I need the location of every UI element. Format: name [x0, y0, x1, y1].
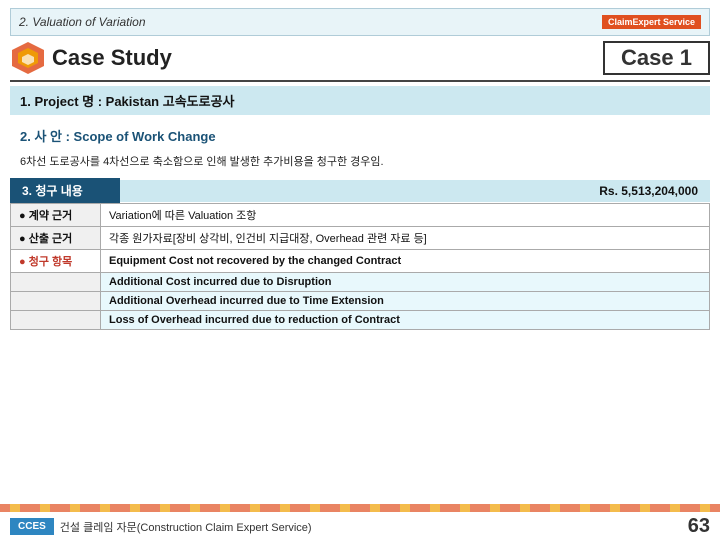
- table-value-cell: 각종 원가자료[장비 상각비, 인건비 지급대장, Overhead 관련 자료…: [101, 227, 710, 250]
- table-row: ● 산출 근거각종 원가자료[장비 상각비, 인건비 지급대장, Overhea…: [11, 227, 710, 250]
- table-row: ● 청구 항목Equipment Cost not recovered by t…: [11, 250, 710, 273]
- header-bar: 2. Valuation of Variation ClaimExpert Se…: [10, 8, 710, 36]
- main-content: 1. Project 명 : Pakistan 고속도로공사 2. 사 안 : …: [10, 86, 710, 330]
- table-label-cell: ● 청구 항목: [11, 250, 101, 273]
- logo-area: Case Study: [10, 40, 172, 76]
- table-label-cell: ● 계약 근거: [11, 204, 101, 227]
- table-value-cell: Loss of Overhead incurred due to reducti…: [101, 311, 710, 330]
- table-value-cell: Equipment Cost not recovered by the chan…: [101, 250, 710, 273]
- table-row: Additional Overhead incurred due to Time…: [11, 292, 710, 311]
- divider: [10, 80, 710, 82]
- section3-label: 3. 청구 내용: [10, 178, 120, 203]
- bottom-left: CCES 건설 클레임 자문(Construction Claim Expert…: [10, 518, 312, 535]
- header-title: 2. Valuation of Variation: [19, 15, 146, 29]
- table-label-cell: [11, 292, 101, 311]
- bottom-label: 건설 클레임 자문(Construction Claim Expert Serv…: [60, 519, 312, 535]
- page-number: 63: [688, 515, 710, 538]
- table-row: ● 계약 근거Variation에 따른 Valuation 조항: [11, 204, 710, 227]
- table-label-cell: ● 산출 근거: [11, 227, 101, 250]
- case-number: Case 1: [603, 41, 710, 75]
- section1-project: 1. Project 명 : Pakistan 고속도로공사: [10, 86, 710, 115]
- table-row: Additional Cost incurred due to Disrupti…: [11, 273, 710, 292]
- table-label-cell: [11, 273, 101, 292]
- title-row: Case Study Case 1: [10, 40, 710, 76]
- table-row: Loss of Overhead incurred due to reducti…: [11, 311, 710, 330]
- bottom-row: CCES 건설 클레임 자문(Construction Claim Expert…: [10, 515, 710, 538]
- scope-description: 6차선 도로공사를 4차선으로 축소함으로 인해 발생한 추가비용을 청구한 경…: [10, 150, 710, 172]
- claim-badge: ClaimExpert Service: [602, 15, 701, 29]
- cces-badge: CCES: [10, 518, 54, 535]
- section3-amount: Rs. 5,513,204,000: [120, 180, 710, 202]
- table-value-cell: Variation에 따른 Valuation 조항: [101, 204, 710, 227]
- table-value-cell: Additional Cost incurred due to Disrupti…: [101, 273, 710, 292]
- case-study-label: Case Study: [52, 45, 172, 71]
- table-label-cell: [11, 311, 101, 330]
- section2-scope-title: 2. 사 안 : Scope of Work Change: [10, 123, 710, 148]
- scope-title: 2. 사 안 : Scope of Work Change: [20, 129, 216, 144]
- table-value-cell: Additional Overhead incurred due to Time…: [101, 292, 710, 311]
- decorative-border: [0, 504, 720, 512]
- claim-table: ● 계약 근거Variation에 따른 Valuation 조항● 산출 근거…: [10, 203, 710, 330]
- section3-header: 3. 청구 내용 Rs. 5,513,204,000: [10, 178, 710, 203]
- logo-icon: [10, 40, 46, 76]
